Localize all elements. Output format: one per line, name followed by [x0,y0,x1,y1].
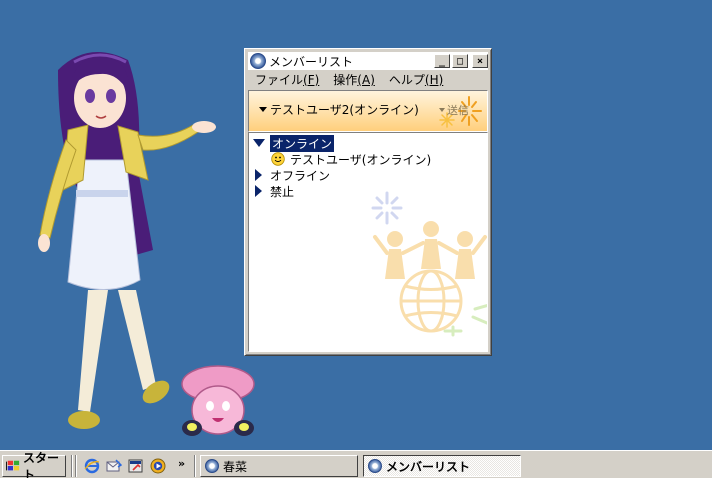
status-selector-label: テストユーザ2(オンライン) [270,103,419,117]
expanded-triangle-icon[interactable] [253,139,265,147]
taskbar-separator [194,455,196,477]
member-list-window[interactable]: メンバーリスト _ □ × ファイル(F) 操作(A) ヘルプ(H) テストユー… [244,48,492,356]
task-label: メンバーリスト [386,459,471,474]
show-desktop-icon[interactable] [128,458,144,474]
menu-file[interactable]: ファイル(F) [248,71,326,88]
member-tree: オンライン テストユーザ(オンライン) オフライン 禁止 [253,134,431,199]
taskbar: スタート » 春菜 メンバーリスト [0,450,712,478]
menu-bar: ファイル(F) 操作(A) ヘルプ(H) [248,70,488,88]
title-bar[interactable]: メンバーリスト _ □ × [248,52,488,70]
group-offline[interactable]: オフライン [253,167,431,183]
menu-file-label: ファイル [255,72,304,87]
menu-actions-label: 操作 [333,72,358,87]
maximize-button[interactable]: □ [452,54,468,68]
group-online-label[interactable]: オンライン [270,134,335,152]
member-name[interactable]: テストユーザ(オンライン) [290,151,431,168]
app-globe-icon [205,459,219,473]
menu-actions[interactable]: 操作(A) [326,71,382,88]
group-blocked-label[interactable]: 禁止 [270,183,294,200]
status-panel: テストユーザ2(オンライン) 送信 [248,90,488,132]
send-chevron-down-icon [439,108,445,112]
ie-icon[interactable] [84,458,100,474]
taskbar-separator [71,455,73,477]
app-globe-icon [368,459,382,473]
chevron-down-icon [259,107,267,112]
member-list[interactable]: オンライン テストユーザ(オンライン) オフライン 禁止 [248,132,488,352]
group-offline-label[interactable]: オフライン [270,167,330,184]
mascot-mushroom-image [181,365,255,436]
outlook-express-icon[interactable] [106,458,122,474]
group-online[interactable]: オンライン [253,134,431,152]
status-selector[interactable]: テストユーザ2(オンライン) [259,101,419,118]
group-blocked[interactable]: 禁止 [253,183,431,199]
menu-file-accel: (F) [303,72,320,87]
close-button[interactable]: × [472,54,488,68]
media-player-icon[interactable] [150,458,166,474]
collapsed-triangle-icon[interactable] [255,185,262,197]
menu-help[interactable]: ヘルプ(H) [382,71,450,88]
start-button[interactable]: スタート [2,451,66,478]
menu-actions-accel: (A) [357,72,375,87]
menu-help-accel: (H) [424,72,444,87]
app-globe-icon[interactable] [250,53,266,69]
task-label: 春菜 [223,459,248,474]
window-title: メンバーリスト [269,54,354,69]
menu-help-label: ヘルプ [388,72,425,87]
collapsed-triangle-icon[interactable] [255,169,262,181]
minimize-button[interactable]: _ [434,54,450,68]
member-item[interactable]: テストユーザ(オンライン) [253,151,431,167]
windows-logo-icon [6,460,20,471]
send-button[interactable]: 送信 [439,102,469,118]
online-smiley-icon [271,152,285,166]
task-button-haruna[interactable]: 春菜 [200,455,358,477]
people-globe-watermark-icon [371,191,487,337]
send-button-label: 送信 [447,104,469,117]
quick-launch-more-chevron[interactable]: » [178,457,185,470]
taskbar-separator [75,455,77,477]
start-label: スタート [23,451,60,478]
task-button-member-list[interactable]: メンバーリスト [363,455,521,477]
